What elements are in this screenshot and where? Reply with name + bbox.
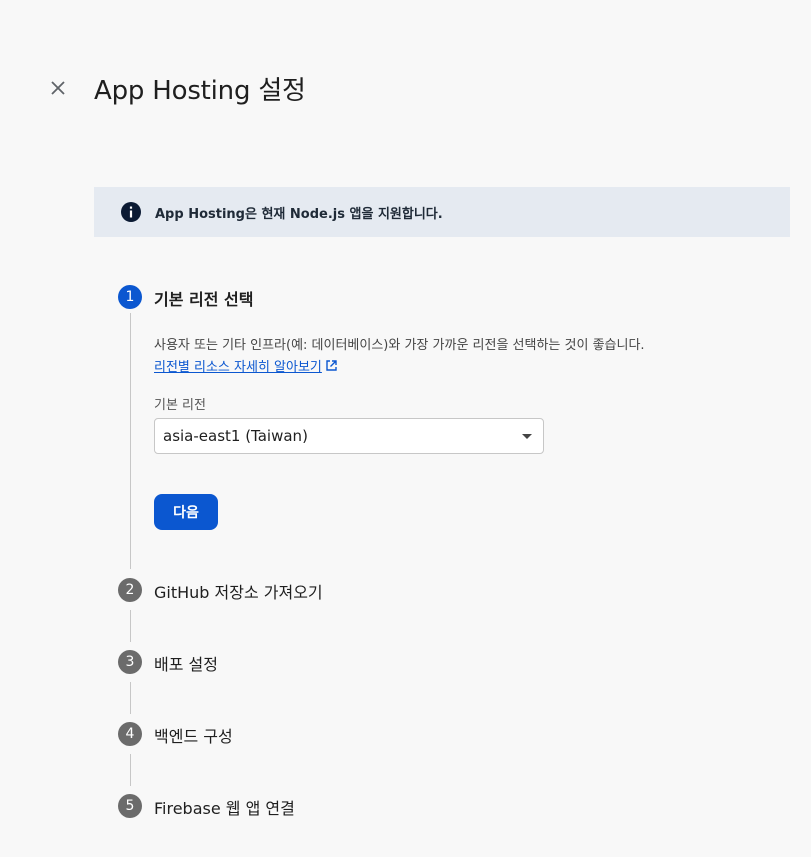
dropdown-arrow-icon <box>522 434 532 439</box>
next-button[interactable]: 다음 <box>154 494 218 530</box>
learn-more-link[interactable]: 리전별 리소스 자세히 알아보기 <box>154 356 338 375</box>
step-connector <box>129 313 131 569</box>
step-connector <box>129 682 131 714</box>
step-1-description: 사용자 또는 기타 인프라(예: 데이터베이스)와 가장 가까운 리전을 선택하… <box>154 338 645 353</box>
region-field-label: 기본 리전 <box>154 398 206 413</box>
step-connector <box>129 754 131 786</box>
step-2-number: 2 <box>118 578 142 602</box>
step-1-title: 기본 리전 선택 <box>154 290 254 309</box>
external-link-icon <box>326 360 337 371</box>
banner-text: App Hosting은 현재 Node.js 앱을 지원합니다. <box>155 206 443 222</box>
setup-page: App Hosting 설정 App Hosting은 현재 Node.js 앱… <box>0 0 811 857</box>
step-3-number: 3 <box>118 650 142 674</box>
learn-more-link-text: 리전별 리소스 자세히 알아보기 <box>154 360 322 375</box>
page-title: App Hosting 설정 <box>94 76 306 106</box>
step-5-title[interactable]: Firebase 웹 앱 연결 <box>154 795 295 819</box>
info-banner: App Hosting은 현재 Node.js 앱을 지원합니다. <box>94 187 790 237</box>
region-select-value: asia-east1 (Taiwan) <box>163 427 308 445</box>
region-select[interactable]: asia-east1 (Taiwan) <box>154 418 544 454</box>
step-4-number: 4 <box>118 722 142 746</box>
step-1-number: 1 <box>118 285 142 309</box>
close-button[interactable] <box>44 74 72 102</box>
step-2-title[interactable]: GitHub 저장소 가져오기 <box>154 579 323 603</box>
step-connector <box>129 610 131 642</box>
step-5-number: 5 <box>118 794 142 818</box>
info-icon <box>121 202 141 222</box>
close-icon <box>51 81 65 95</box>
step-4-title[interactable]: 백엔드 구성 <box>154 723 233 747</box>
step-3-title[interactable]: 배포 설정 <box>154 651 218 675</box>
